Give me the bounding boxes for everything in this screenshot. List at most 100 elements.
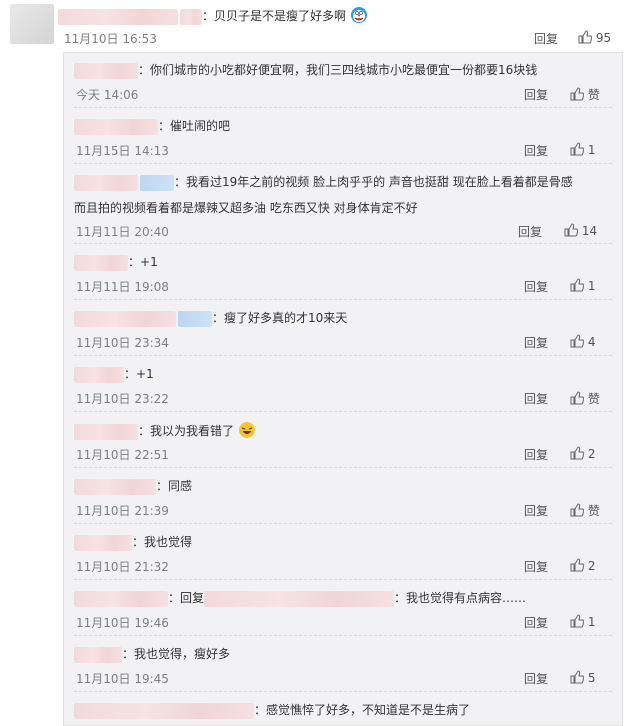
thumbs-up-icon [570,334,585,348]
like-button[interactable]: 赞 [570,502,600,519]
colon: ： [132,535,145,549]
like-count: 2 [587,447,596,461]
reply-button[interactable]: 回复 [524,558,548,575]
reply-time: 11月11日 19:08 [76,280,169,294]
colon: ： [124,367,137,381]
colon: ： [394,591,407,605]
reply-button[interactable]: 回复 [518,223,542,240]
blurred-username[interactable] [74,423,138,440]
reply-button[interactable]: 回复 [524,334,548,351]
reply-button[interactable]: 回复 [524,278,548,295]
reply-time: 今天 14:06 [76,88,139,102]
reply-button[interactable]: 回复 [524,614,548,631]
blurred-mention[interactable] [204,590,395,607]
colon: ： [128,255,141,269]
thumbs-up-icon [570,391,585,405]
reply-text: 瘦了好多真的才10来天 [224,311,348,325]
thumbs-up-icon [570,87,585,101]
blurred-username[interactable] [74,534,132,551]
reply-body: ：回复 ：我也觉得有点病容…… [74,589,526,607]
thumbs-up-icon [570,142,585,156]
reply-text-line1: 我看过19年之前的视频 脸上肉乎乎的 声音也挺甜 现在脸上看着都是骨感 [186,175,573,189]
reply-time: 11月10日 21:32 [76,560,169,574]
divider [74,691,612,692]
colon: ： [202,9,215,23]
blurred-username[interactable] [58,8,178,25]
like-button[interactable]: 2 [570,558,595,573]
divider [74,243,612,244]
like-button[interactable]: 赞 [570,86,600,103]
colon: ： [156,479,169,493]
like-button[interactable]: 1 [570,142,595,157]
blurred-username[interactable] [74,702,254,719]
thumbs-up-icon [570,670,585,684]
reply-body: ：我以为我看错了 [74,421,256,440]
reply-button[interactable]: 回复 [534,30,558,47]
reply-button[interactable]: 回复 [524,670,548,687]
reply-button[interactable]: 回复 [524,446,548,463]
like-button[interactable]: 1 [570,278,595,293]
reply-text-line2: 而且拍的视频看着都是爆辣又超多油 吃东西又快 对身体肯定不好 [74,201,418,215]
like-button[interactable]: 14 [564,223,597,238]
reply-body: ：感觉憔悴了好多，不知道是不是生病了 [74,701,470,719]
reply-body: ：我也觉得，瘦好多 [74,645,230,663]
doraemon-emoji-icon [350,7,367,23]
like-button[interactable]: 95 [578,30,611,45]
comment-time: 11月10日 16:53 [64,32,157,46]
like-count: 赞 [587,88,600,102]
divider [74,411,612,412]
reply-button[interactable]: 回复 [524,86,548,103]
blurred-username[interactable] [74,174,138,191]
reply-text: 我也觉得 [144,535,193,549]
reply-text: +1 [136,367,154,381]
like-count: 2 [587,559,596,573]
reply-button[interactable]: 回复 [524,502,548,519]
reply-time: 11月10日 19:46 [76,616,169,630]
like-button[interactable]: 4 [570,334,595,349]
like-count: 5 [587,671,596,685]
colon: ： [122,647,135,661]
like-button[interactable]: 2 [570,446,595,461]
blurred-username[interactable] [74,478,156,495]
blurred-badge [178,310,212,327]
reply-text: 同感 [168,479,193,493]
divider [74,635,612,636]
top-comment: ：贝贝子是不是瘦了好多啊 11月10日 16:53 回复 95 [0,0,640,52]
blurred-username[interactable] [74,366,124,383]
blurred-username[interactable] [74,254,128,271]
laughing-emoji-icon [238,422,255,438]
avatar[interactable] [10,4,54,44]
thumbs-up-icon [570,503,585,517]
like-button[interactable]: 赞 [570,390,600,407]
like-count: 1 [587,143,596,157]
reply-text: 催吐闹的吧 [170,119,231,133]
divider [74,579,612,580]
thumbs-up-icon [578,30,593,44]
reply-body: ：+1 [74,253,158,271]
reply-button[interactable]: 回复 [524,142,548,159]
divider [74,355,612,356]
blurred-username[interactable] [74,310,176,327]
divider [74,299,612,300]
reply-body: ：你们城市的小吃都好便宜啊，我们三四线城市小吃最便宜一份都要16块钱 [74,61,537,79]
blurred-username[interactable] [74,646,122,663]
blurred-badge [140,174,174,191]
blurred-username[interactable] [74,62,138,79]
like-count: 赞 [587,392,600,406]
like-count: 1 [587,615,596,629]
blurred-username[interactable] [74,590,168,607]
reply-time: 11月10日 22:51 [76,448,169,462]
reply-body: ：同感 [74,477,192,495]
colon: ： [138,424,151,438]
like-button[interactable]: 5 [570,670,595,685]
like-count: 14 [581,224,598,238]
reply-body: ：+1 [74,365,154,383]
blurred-username[interactable] [74,118,158,135]
colon: ： [168,591,181,605]
reply-button[interactable]: 回复 [524,390,548,407]
comment-text: 贝贝子是不是瘦了好多啊 [214,9,347,23]
divider [74,107,612,108]
like-button[interactable]: 1 [570,614,595,629]
thumbs-up-icon [564,223,579,237]
like-count: 1 [587,279,596,293]
